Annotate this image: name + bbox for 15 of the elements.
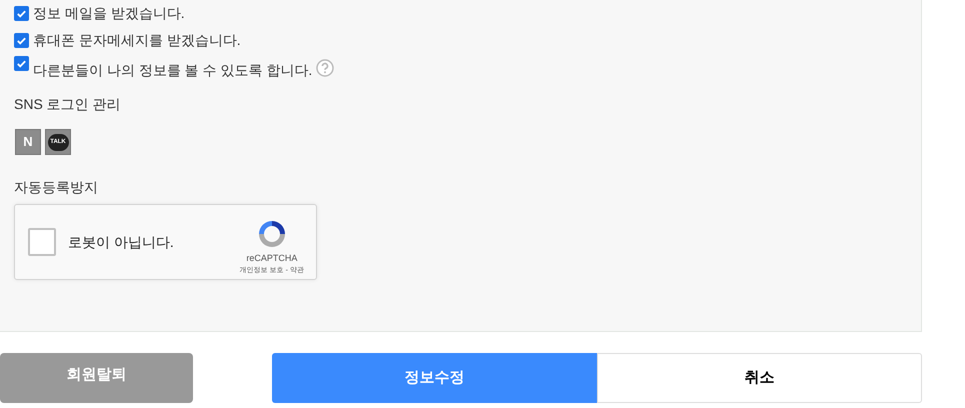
checkmark-icon (16, 35, 27, 46)
checkbox[interactable] (14, 56, 29, 71)
checkbox[interactable] (14, 33, 29, 48)
recaptcha-brand: reCAPTCHA (246, 252, 298, 264)
checkbox[interactable] (14, 6, 29, 21)
section-title: 자동등록방지 (14, 178, 99, 197)
consent-label: 휴대폰 문자메세지를 받겠습니다. (33, 31, 241, 50)
consent-label: 정보 메일을 받겠습니다. (33, 4, 185, 23)
section-title: SNS 로그인 관리 (14, 95, 122, 114)
checkmark-icon (16, 58, 27, 69)
captcha-label: 로봇이 아닙니다. (68, 232, 174, 252)
cancel-button[interactable]: 취소 (597, 353, 922, 403)
consent-label: 다른분들이 나의 정보를 볼 수 있도록 합니다. (33, 61, 312, 80)
captcha-checkbox[interactable] (28, 228, 56, 256)
checkmark-icon (16, 8, 27, 19)
